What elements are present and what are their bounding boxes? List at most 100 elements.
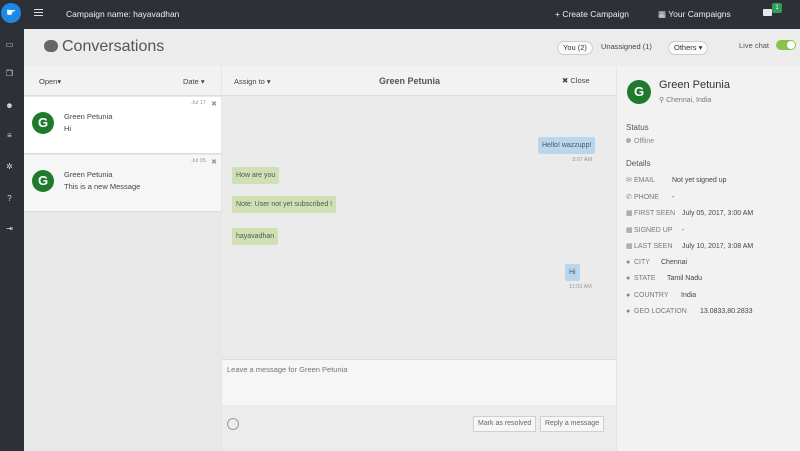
page-title-text: Conversations — [62, 38, 165, 55]
detail-value: July 05, 2017, 3:00 AM — [682, 210, 754, 217]
calendar-icon: ▦ — [626, 243, 633, 250]
top-bar: ☛ Campaign name: hayavadhan + Create Cam… — [0, 0, 800, 29]
gear-icon[interactable]: ✲ — [5, 163, 14, 171]
your-campaigns-label: Your Campaigns — [668, 9, 731, 19]
location-text: Chennai, India — [666, 97, 712, 104]
message-composer — [222, 359, 616, 405]
assign-to-dropdown[interactable]: Assign to ▾ — [234, 77, 271, 86]
detail-label: FIRST SEEN — [634, 210, 676, 217]
sort-dropdown[interactable]: Date ▾ — [183, 77, 205, 86]
close-button[interactable]: ✖ Close — [562, 76, 590, 85]
list-item[interactable]: G Green Petunia Hi Jul 17 ✖ — [24, 97, 221, 154]
detail-row-first-seen: ▦FIRST SEEN July 05, 2017, 3:00 AM — [626, 209, 800, 217]
left-sidebar: ▭ ❐ ☻ ≡ ✲ ? ⇥ — [0, 29, 24, 451]
avatar: G — [32, 112, 54, 134]
location-pin-icon: ● — [626, 259, 631, 266]
conversation-name: Green Petunia — [64, 112, 113, 121]
your-campaigns-button[interactable]: ▦ Your Campaigns — [658, 9, 731, 20]
live-chat-toggle[interactable] — [776, 40, 796, 50]
live-chat-label: Live chat — [739, 41, 770, 50]
detail-row-city: ● CITY Chennai — [626, 259, 800, 266]
campaign-name: Campaign name: hayavadhan — [66, 9, 180, 19]
conversation-name: Green Petunia — [64, 170, 113, 179]
conversation-date: Jul 05 — [191, 158, 206, 164]
reply-button[interactable]: Reply a message — [540, 416, 605, 432]
phone-icon: ✆ — [626, 194, 632, 201]
contact-details-panel: G Green Petunia ⚲ Chennai, India Status … — [617, 66, 800, 451]
list-header: Open▾ Date ▾ — [24, 66, 221, 96]
detail-label: LAST SEEN — [634, 243, 673, 250]
logout-icon[interactable]: ⇥ — [5, 225, 14, 233]
message-outgoing: Hi — [565, 264, 580, 281]
close-icon[interactable]: ✖ — [211, 158, 217, 166]
detail-value: Not yet signed up — [672, 177, 727, 184]
help-icon[interactable]: ? — [5, 195, 14, 203]
video-icon[interactable] — [763, 9, 772, 16]
chat-title: Green Petunia — [379, 76, 441, 86]
location-pin-icon: ● — [626, 292, 631, 299]
list-item[interactable]: G Green Petunia This is a new Message Ju… — [24, 155, 221, 212]
calendar-icon: ▦ — [626, 210, 633, 217]
mail-icon: ✉ — [626, 177, 632, 184]
conversation-list: Open▾ Date ▾ G Green Petunia Hi Jul 17 ✖… — [24, 66, 221, 451]
detail-row-phone: ✆ PHONE - — [626, 193, 800, 201]
close-icon[interactable]: ✖ — [211, 100, 217, 108]
users-icon[interactable]: ☻ — [5, 102, 14, 110]
main-area: Conversations You (2) Unassigned (1) Oth… — [24, 29, 800, 451]
status-value: Offline — [626, 138, 654, 145]
detail-value: - — [682, 227, 685, 234]
contact-name: Green Petunia — [659, 79, 730, 91]
detail-label: EMAIL — [634, 177, 656, 184]
detail-label: CITY — [634, 259, 650, 266]
tab-unassigned[interactable]: Unassigned (1) — [601, 42, 652, 51]
status-dot-icon — [626, 138, 631, 143]
detail-value: - — [672, 194, 675, 201]
detail-row-country: ● COUNTRY India — [626, 292, 800, 299]
menu-icon[interactable] — [34, 9, 43, 16]
notification-badge: 1 — [772, 3, 782, 13]
conversation-date: Jul 17 — [191, 100, 206, 106]
detail-row-state: ● STATE Tamil Nadu — [626, 275, 800, 282]
create-campaign-button[interactable]: + Create Campaign — [555, 9, 629, 19]
location-pin-icon: ● — [626, 308, 631, 315]
mark-resolved-button[interactable]: Mark as resolved — [473, 416, 537, 432]
tab-you[interactable]: You (2) — [557, 41, 593, 55]
page-header: Conversations You (2) Unassigned (1) Oth… — [24, 29, 800, 66]
avatar: G — [32, 170, 54, 192]
status-filter-dropdown[interactable]: Open▾ — [39, 77, 61, 86]
detail-label: SIGNED UP — [634, 227, 673, 234]
detail-value: 13.0833,80.2833 — [700, 308, 753, 315]
detail-row-signed-up: ▦SIGNED UP - — [626, 226, 800, 234]
list-icon[interactable]: ≡ — [5, 132, 14, 140]
emoji-icon[interactable] — [227, 418, 239, 430]
monitor-icon[interactable]: ▭ — [5, 41, 14, 49]
calendar-icon: ▦ — [626, 227, 633, 234]
copy-icon[interactable]: ❐ — [5, 70, 14, 78]
message-time: 11:03 AM — [569, 284, 592, 290]
avatar: G — [627, 80, 651, 104]
detail-value: India — [681, 292, 697, 299]
location-pin-icon: ● — [626, 275, 631, 282]
detail-row-email: ✉ EMAIL Not yet signed up — [626, 176, 800, 184]
message-outgoing: Hello! wazzupp! — [538, 137, 596, 154]
detail-value: Chennai — [661, 259, 688, 266]
status-text: Offline — [634, 138, 655, 145]
message-incoming: How are you — [232, 167, 280, 184]
contact-location: ⚲ Chennai, India — [659, 96, 711, 104]
app-logo-icon[interactable]: ☛ — [1, 3, 21, 23]
message-incoming: Note: User not yet subscribed ! — [232, 196, 337, 213]
detail-label: PHONE — [634, 194, 659, 201]
status-heading: Status — [626, 123, 649, 132]
detail-row-last-seen: ▦LAST SEEN July 10, 2017, 3:08 AM — [626, 242, 800, 250]
detail-row-geo-location: ● GEO LOCATION 13.0833,80.2833 — [626, 308, 800, 315]
message-input[interactable] — [227, 365, 607, 374]
detail-label: COUNTRY — [634, 292, 669, 299]
detail-value: July 10, 2017, 3:08 AM — [682, 243, 754, 250]
conversation-preview: This is a new Message — [64, 182, 141, 191]
detail-label: STATE — [634, 275, 656, 282]
message-time: 3:07 AM — [572, 157, 593, 163]
chat-bubbles-icon — [44, 40, 58, 52]
conversation-preview: Hi — [64, 124, 72, 133]
tab-others[interactable]: Others ▾ — [668, 41, 709, 55]
detail-label: GEO LOCATION — [634, 308, 687, 315]
